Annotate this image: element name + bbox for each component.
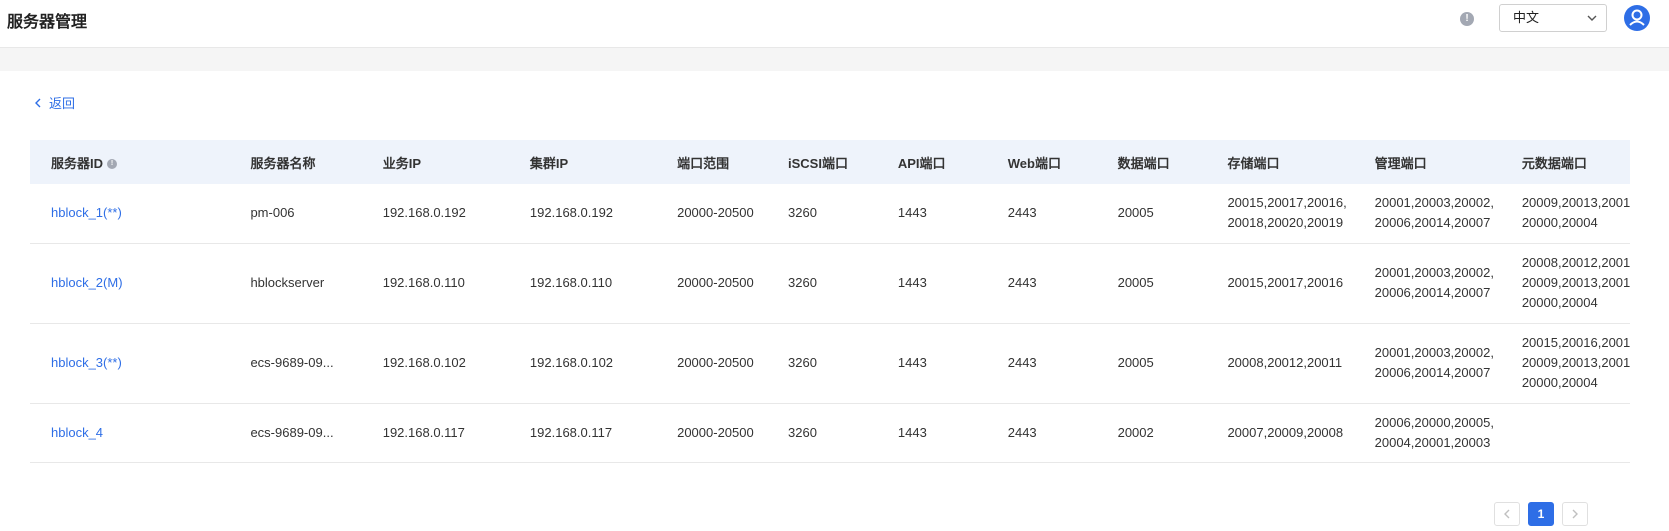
back-link[interactable]: 返回: [33, 93, 75, 112]
column-header: iSCSI端口: [788, 155, 848, 171]
table-cell: 192.168.0.117: [508, 403, 657, 463]
user-icon[interactable]: [1624, 5, 1650, 31]
column-header: 管理端口: [1374, 155, 1427, 171]
table-cell: ecs-9689-09...: [229, 323, 362, 404]
table-row: hblock_1(**) pm-006 192.168.0.192 192.168.0…: [30, 184, 1630, 244]
table-cell: 192.168.0.110: [361, 243, 509, 324]
table-cell: 20000-20500: [656, 184, 768, 244]
table-cell: 20007,20009,20008: [1206, 403, 1354, 463]
chevron-right-icon: [1572, 509, 1578, 519]
column-header: 集群IP: [529, 155, 569, 171]
table-cell: 20015,20017,20016, 20018,20020,20019: [1206, 184, 1354, 244]
table-cell: 1443: [876, 403, 987, 463]
info-icon[interactable]: !: [107, 159, 118, 170]
table-cell: 20015,20016,20017, 20009,20013,20010, 20…: [1500, 323, 1630, 404]
table-cell: 20005: [1096, 323, 1207, 404]
language-select[interactable]: 中文: [1499, 4, 1607, 32]
back-label: 返回: [49, 96, 76, 111]
server-id-link[interactable]: hblock_2(M): [30, 243, 230, 324]
table-cell: [1500, 403, 1630, 463]
column-header: API端口: [897, 155, 946, 171]
table-cell: ecs-9689-09...: [229, 403, 362, 463]
table-cell: 20015,20017,20016: [1206, 243, 1354, 324]
table-row: hblock_3(**) ecs-9689-09... 192.168.0.102 1…: [30, 323, 1630, 404]
info-icon[interactable]: !: [1460, 12, 1474, 26]
table-cell: hblockserver: [229, 243, 362, 324]
table-cell: 1443: [876, 184, 987, 244]
table-row: hblock_4 ecs-9689-09... 192.168.0.117 192.1…: [30, 403, 1630, 463]
table-cell: 3260: [767, 184, 877, 244]
language-value: 中文: [1513, 10, 1540, 25]
table-cell: 20000-20500: [656, 403, 768, 463]
page-title: 服务器管理: [7, 14, 88, 31]
table-cell: 20006,20000,20005, 20004,20001,20003: [1353, 403, 1501, 463]
chevron-down-icon: [1587, 15, 1597, 21]
column-header: 数据端口: [1117, 155, 1170, 171]
table-row: hblock_2(M) hblockserver 192.168.0.110 192.…: [30, 243, 1630, 324]
table-cell: 20008,20012,20011: [1206, 323, 1354, 404]
table-cell: 20005: [1096, 184, 1207, 244]
table-cell: 3260: [767, 403, 877, 463]
table-cell: 20001,20003,20002, 20006,20014,20007: [1353, 323, 1501, 404]
server-id-link[interactable]: hblock_1(**): [30, 184, 230, 244]
table-cell: pm-006: [229, 184, 362, 244]
table-cell: 20000-20500: [656, 243, 768, 324]
column-header: 业务IP: [382, 155, 422, 171]
chevron-left-icon: [35, 98, 41, 107]
next-page-button[interactable]: [1562, 502, 1588, 526]
table-cell: 1443: [876, 243, 987, 324]
column-header: 存储端口: [1227, 155, 1280, 171]
table-cell: 192.168.0.192: [508, 184, 657, 244]
table-cell: 20005: [1096, 243, 1207, 324]
table-cell: 192.168.0.192: [361, 184, 509, 244]
table-cell: 1443: [876, 323, 987, 404]
table-cell: 20008,20012,20011, 20009,20013,20010, 20…: [1500, 243, 1630, 324]
content-card: 返回 服务器ID! 服务器名称 业务IP 集群IP 端口范围 iSCSI端口 A…: [0, 71, 1669, 531]
chevron-left-icon: [1504, 509, 1510, 519]
table-cell: 20000-20500: [656, 323, 768, 404]
server-id-link[interactable]: hblock_4: [30, 403, 230, 463]
table-cell: 3260: [767, 323, 877, 404]
column-header: Web端口: [1007, 155, 1061, 171]
table-cell: 20001,20003,20002, 20006,20014,20007: [1353, 184, 1501, 244]
page-button-current[interactable]: 1: [1528, 502, 1554, 526]
table-header-row: 服务器ID! 服务器名称 业务IP 集群IP 端口范围 iSCSI端口 API端…: [30, 140, 1630, 184]
column-header: 元数据端口: [1521, 155, 1587, 171]
table-cell: 192.168.0.102: [508, 323, 657, 404]
table-cell: 20009,20013,20010, 20000,20004: [1500, 184, 1630, 244]
table-cell: 192.168.0.110: [508, 243, 657, 324]
table-cell: 20001,20003,20002, 20006,20014,20007: [1353, 243, 1501, 324]
prev-page-button[interactable]: [1494, 502, 1520, 526]
table-cell: 2443: [986, 403, 1097, 463]
server-table: 服务器ID! 服务器名称 业务IP 集群IP 端口范围 iSCSI端口 API端…: [30, 140, 1630, 463]
server-id-link[interactable]: hblock_3(**): [30, 323, 230, 404]
table-cell: 2443: [986, 243, 1097, 324]
pagination: 1: [1494, 502, 1588, 526]
table-cell: 192.168.0.117: [361, 403, 509, 463]
column-header: 服务器ID!: [30, 140, 229, 184]
table-cell: 20002: [1096, 403, 1207, 463]
table-cell: 2443: [986, 184, 1097, 244]
column-header: 服务器名称: [250, 155, 316, 171]
column-header: 端口范围: [677, 155, 730, 171]
table-cell: 2443: [986, 323, 1097, 404]
table-cell: 192.168.0.102: [361, 323, 509, 404]
top-bar: 服务器管理 ! 中文: [0, 0, 1669, 48]
table-cell: 3260: [767, 243, 877, 324]
